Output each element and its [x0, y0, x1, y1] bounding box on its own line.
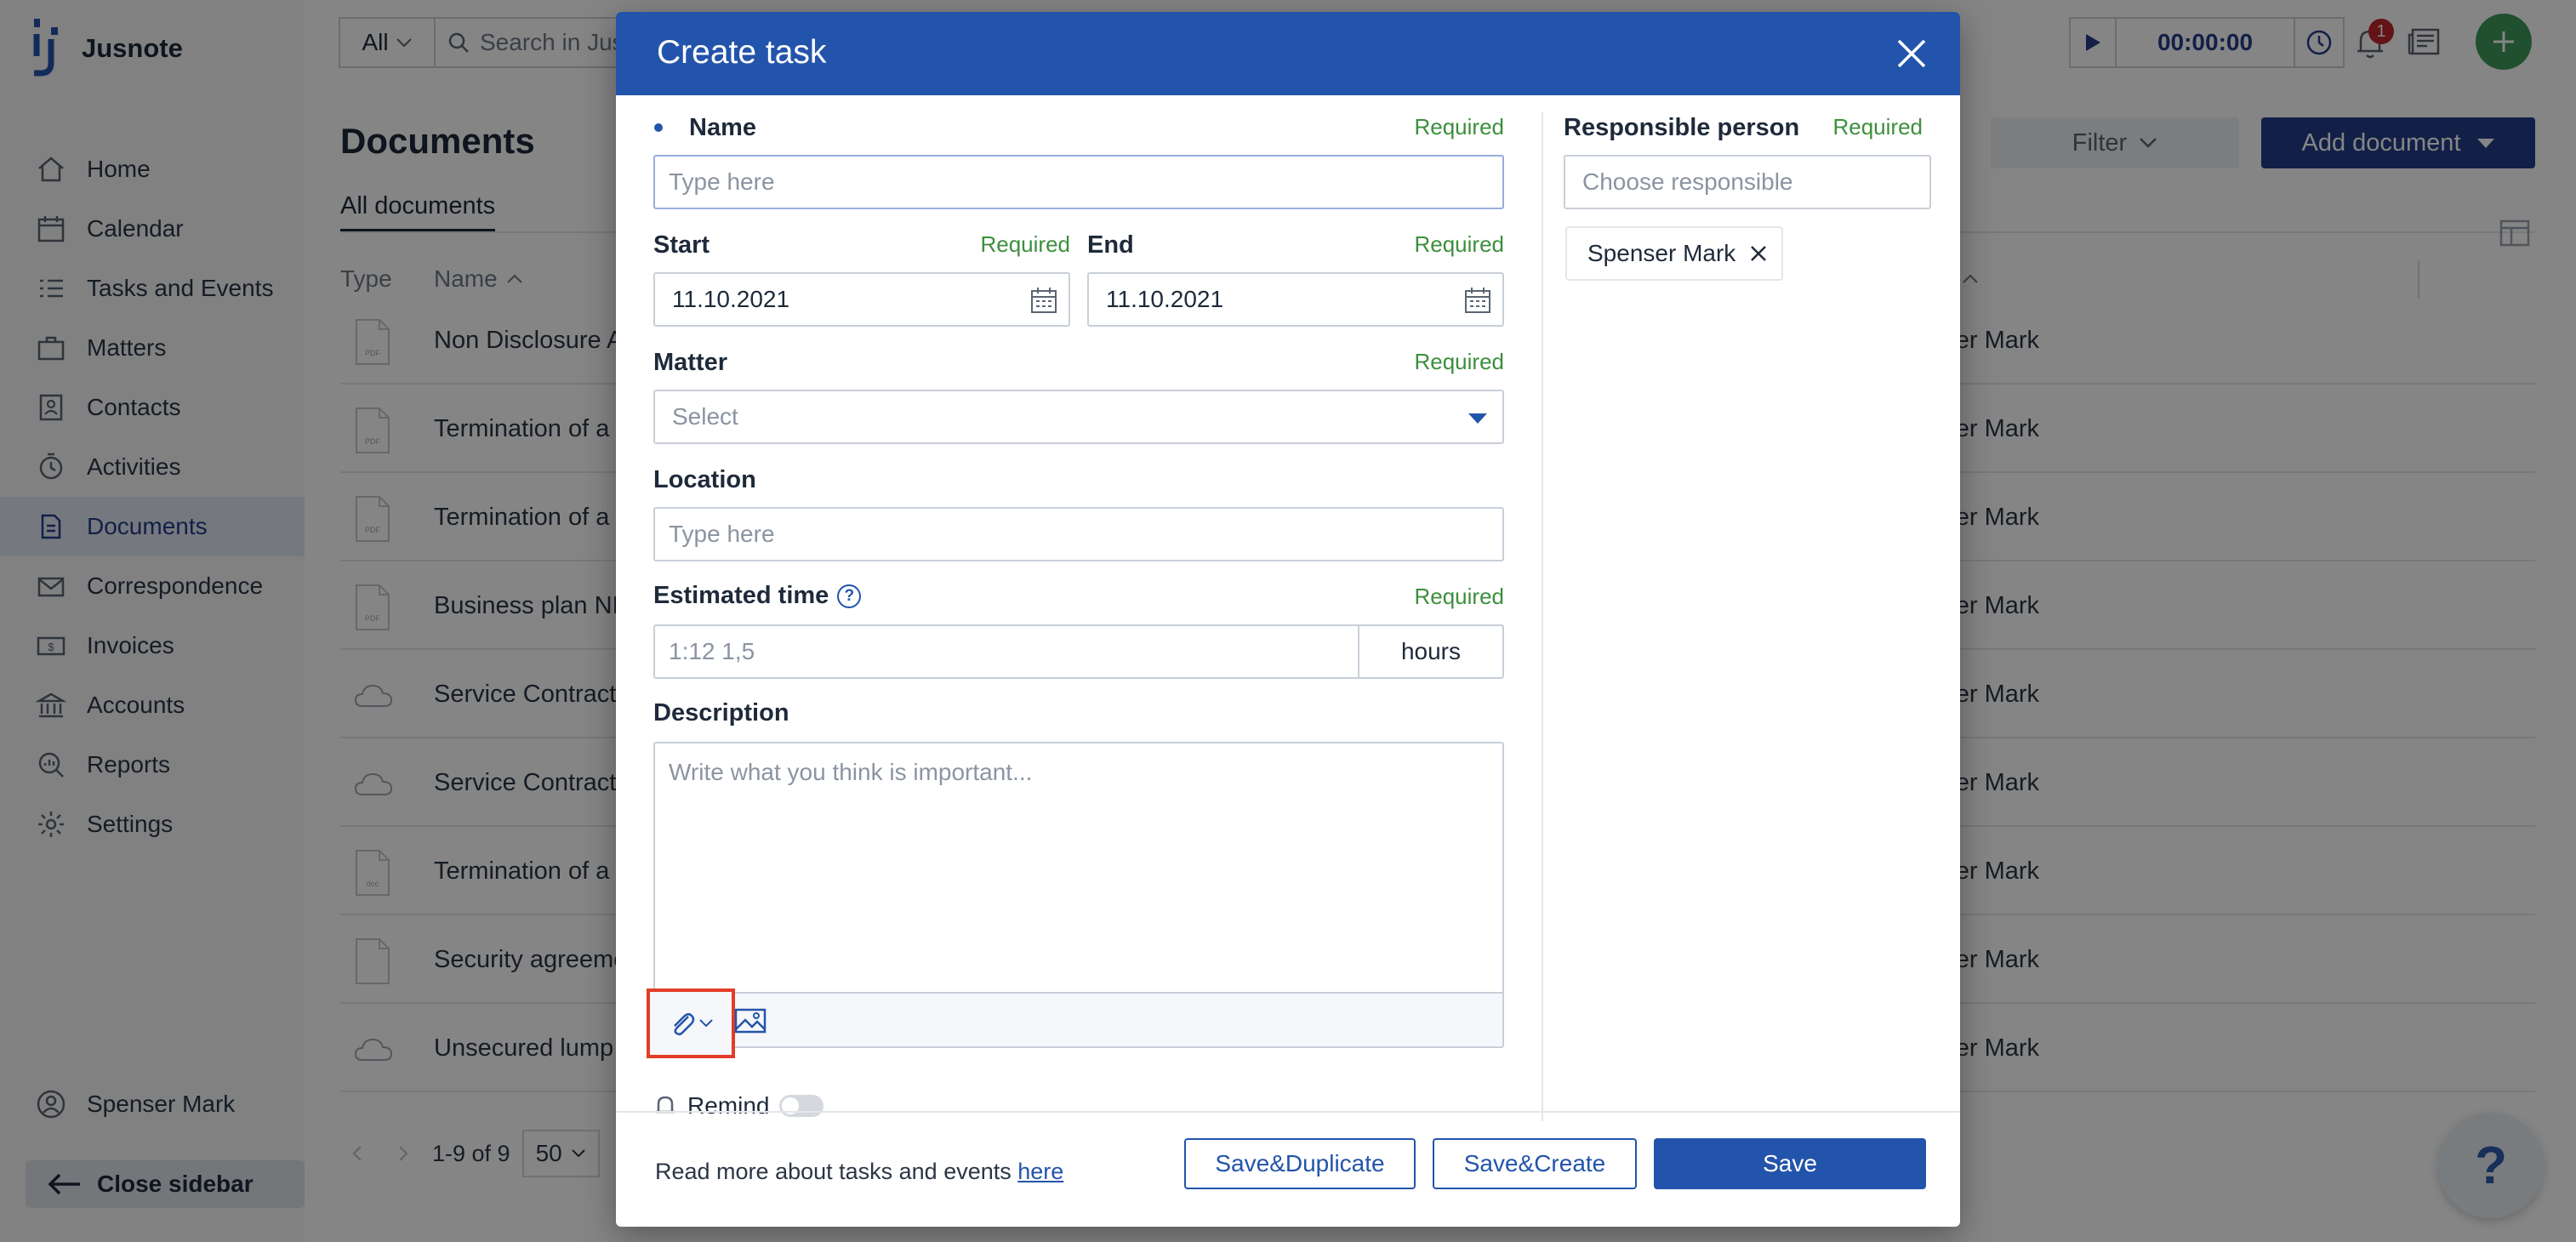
- location-label: Location: [653, 466, 756, 493]
- location-input[interactable]: Type here: [653, 507, 1504, 561]
- end-date-input[interactable]: 11.10.2021: [1087, 272, 1504, 327]
- dialog-column-divider: [1542, 112, 1543, 1121]
- end-date-value: 11.10.2021: [1106, 286, 1224, 312]
- editor-toolbar: [647, 988, 1502, 1058]
- responsible-required: Required: [1832, 114, 1923, 140]
- dialog-header: Create task: [616, 12, 1960, 95]
- save-create-button[interactable]: Save&Create: [1433, 1138, 1637, 1189]
- remove-icon[interactable]: [1749, 244, 1768, 263]
- estimated-time-label-text: Estimated time: [653, 582, 829, 609]
- matter-select[interactable]: Select: [653, 390, 1504, 444]
- close-icon[interactable]: [1892, 34, 1931, 73]
- calendar-icon[interactable]: [1463, 286, 1492, 315]
- remind-row: Remind: [653, 1092, 824, 1120]
- end-required: Required: [1414, 231, 1504, 257]
- bell-icon: [656, 1096, 675, 1114]
- required-dot-icon: [654, 123, 663, 132]
- save-button[interactable]: Save: [1654, 1138, 1926, 1189]
- responsible-chip: Spenser Mark: [1565, 226, 1784, 281]
- matter-label: Matter: [653, 349, 728, 376]
- dialog-footer-divider: [616, 1111, 1960, 1113]
- responsible-chip-label: Spenser Mark: [1587, 240, 1736, 266]
- footer-help-link[interactable]: here: [1017, 1159, 1063, 1184]
- create-task-dialog: Create task Name Required Type here Star…: [616, 12, 1960, 1227]
- question-circle-icon[interactable]: ?: [837, 584, 862, 608]
- start-required: Required: [980, 231, 1070, 257]
- name-input[interactable]: Type here: [653, 155, 1504, 209]
- chevron-down-icon: [699, 1019, 713, 1028]
- estimated-time-unit: hours: [1358, 626, 1502, 677]
- description-editor[interactable]: Write what you think is important...: [647, 742, 1504, 1058]
- estimated-time-placeholder: 1:12 1,5: [669, 638, 755, 664]
- matter-required: Required: [1414, 349, 1504, 374]
- estimated-time-input[interactable]: 1:12 1,5 hours: [653, 624, 1504, 679]
- estimated-time-required: Required: [1414, 584, 1504, 609]
- name-required: Required: [1414, 114, 1504, 140]
- caret-down-icon: [1468, 413, 1487, 424]
- matter-placeholder: Select: [672, 403, 738, 430]
- start-date-input[interactable]: 11.10.2021: [653, 272, 1070, 327]
- save-duplicate-button[interactable]: Save&Duplicate: [1184, 1138, 1416, 1189]
- start-date-value: 11.10.2021: [672, 286, 790, 312]
- dialog-title: Create task: [657, 34, 827, 71]
- remind-toggle[interactable]: [779, 1095, 824, 1117]
- name-placeholder: Type here: [669, 168, 775, 195]
- start-label: Start: [653, 231, 710, 259]
- image-icon[interactable]: [733, 1004, 767, 1038]
- name-label: Name: [689, 114, 756, 141]
- end-label: End: [1087, 231, 1134, 259]
- location-placeholder: Type here: [669, 521, 775, 547]
- estimated-time-label: Estimated time?: [653, 582, 862, 610]
- attach-file-button[interactable]: [647, 988, 735, 1058]
- responsible-placeholder: Choose responsible: [1582, 168, 1793, 195]
- footer-help-label: Read more about tasks and events: [655, 1159, 1018, 1184]
- description-label: Description: [653, 699, 789, 726]
- responsible-select[interactable]: Choose responsible: [1564, 155, 1931, 209]
- paperclip-icon: [674, 1013, 695, 1036]
- remind-label: Remind: [687, 1092, 770, 1119]
- calendar-icon[interactable]: [1029, 286, 1058, 315]
- description-placeholder: Write what you think is important...: [669, 759, 1033, 785]
- footer-help-text: Read more about tasks and events here: [655, 1159, 1063, 1185]
